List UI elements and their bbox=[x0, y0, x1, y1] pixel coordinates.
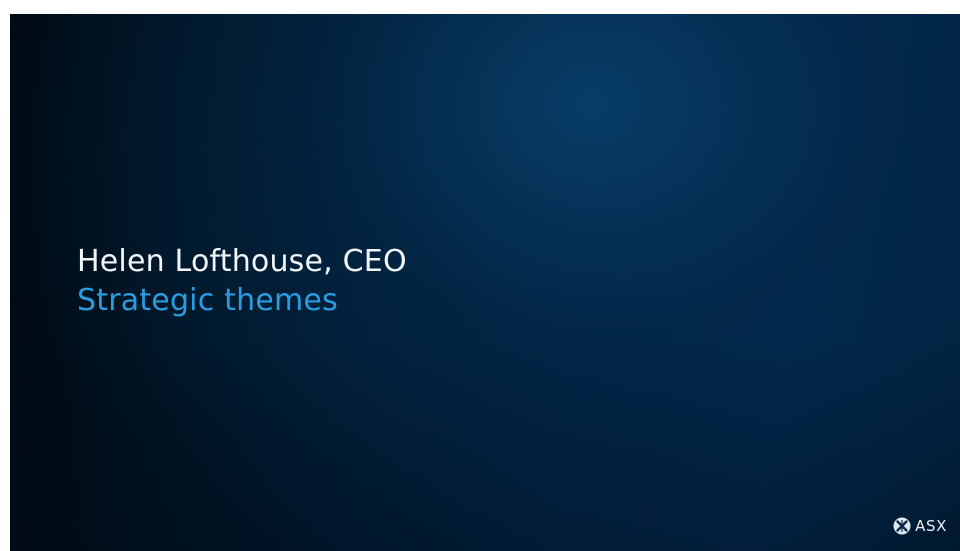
slide-subtitle: Strategic themes bbox=[77, 283, 338, 318]
title-block: Helen Lofthouse, CEO Strategic themes bbox=[77, 244, 407, 319]
presenter-name: Helen Lofthouse, CEO bbox=[77, 244, 407, 279]
asx-logo: ASX bbox=[893, 517, 947, 535]
asx-logo-text: ASX bbox=[915, 517, 947, 535]
title-slide: Helen Lofthouse, CEO Strategic themes AS… bbox=[10, 14, 960, 551]
asx-logo-icon bbox=[893, 517, 911, 535]
